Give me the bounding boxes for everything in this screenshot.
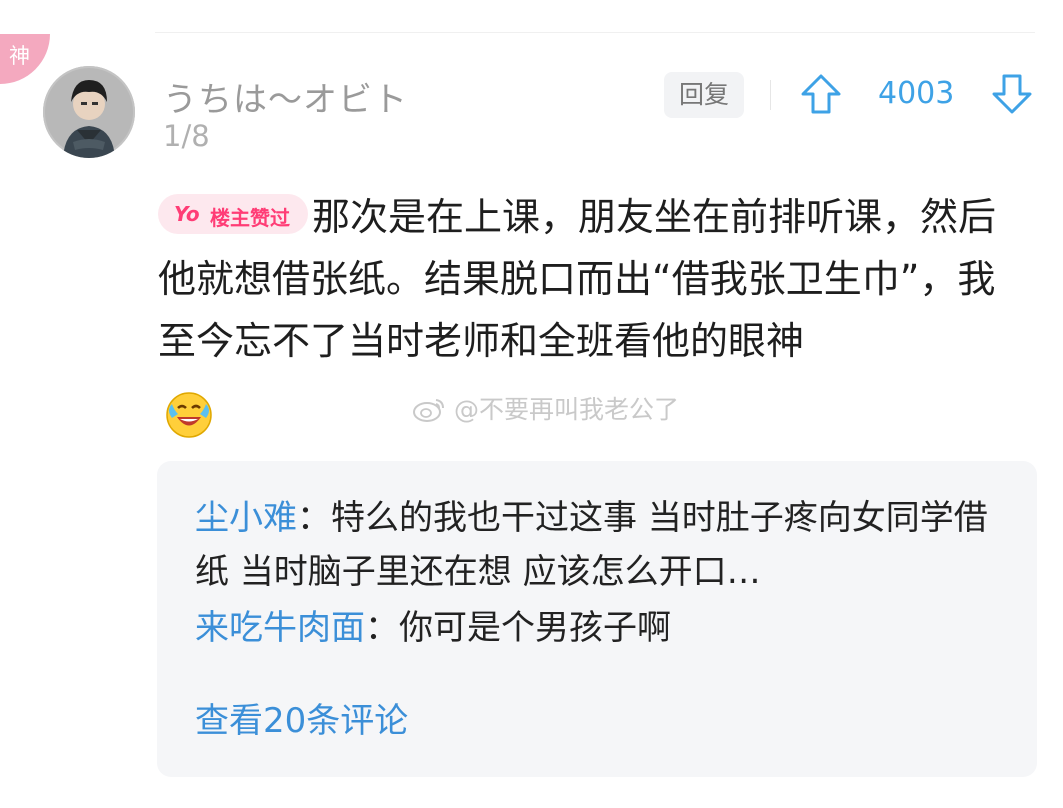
sub-reply-separator: ： bbox=[365, 608, 399, 648]
comment-card: 神 うちは～オビト 1/8 回复 4003 Yo 楼主赞过 那次是在上课，朋友坐… bbox=[0, 0, 1063, 808]
god-badge-label: 神 bbox=[9, 44, 30, 68]
sub-reply-separator: ： bbox=[297, 498, 331, 538]
god-comment-badge: 神 bbox=[0, 34, 50, 84]
username[interactable]: うちは～オビト bbox=[163, 72, 408, 121]
downvote-arrow-icon[interactable] bbox=[990, 72, 1034, 116]
divider bbox=[770, 80, 771, 110]
sub-reply[interactable]: 尘小难：特么的我也干过这事 当时肚子疼向女同学借纸 当时脑子里还在想 应该怎么开… bbox=[195, 491, 1015, 599]
watermark: @不要再叫我老公了 bbox=[412, 390, 679, 426]
vote-count: 4003 bbox=[878, 76, 955, 111]
avatar[interactable] bbox=[43, 66, 135, 158]
sub-reply[interactable]: 来吃牛肉面：你可是个男孩子啊 bbox=[195, 601, 1015, 655]
divider bbox=[155, 32, 1035, 33]
sub-replies-box: 尘小难：特么的我也干过这事 当时肚子疼向女同学借纸 当时脑子里还在想 应该怎么开… bbox=[157, 461, 1037, 777]
reply-button[interactable]: 回复 bbox=[664, 72, 744, 118]
watermark-text: @不要再叫我老公了 bbox=[453, 395, 679, 424]
avatar-image bbox=[43, 66, 135, 158]
laugh-cry-emoji-icon bbox=[166, 392, 212, 438]
comment-body: 那次是在上课，朋友坐在前排听课，然后他就想借张纸。结果脱口而出“借我张卫生巾”，… bbox=[158, 195, 997, 363]
sub-reply-author[interactable]: 来吃牛肉面 bbox=[195, 608, 365, 648]
sub-reply-author[interactable]: 尘小难 bbox=[195, 498, 297, 538]
upvote-arrow-icon[interactable] bbox=[799, 72, 843, 116]
sub-reply-text: 你可是个男孩子啊 bbox=[399, 608, 671, 648]
view-more-comments-link[interactable]: 查看20条评论 bbox=[195, 693, 408, 742]
weibo-logo-icon bbox=[413, 399, 444, 422]
floor-number: 1/8 bbox=[163, 119, 210, 153]
